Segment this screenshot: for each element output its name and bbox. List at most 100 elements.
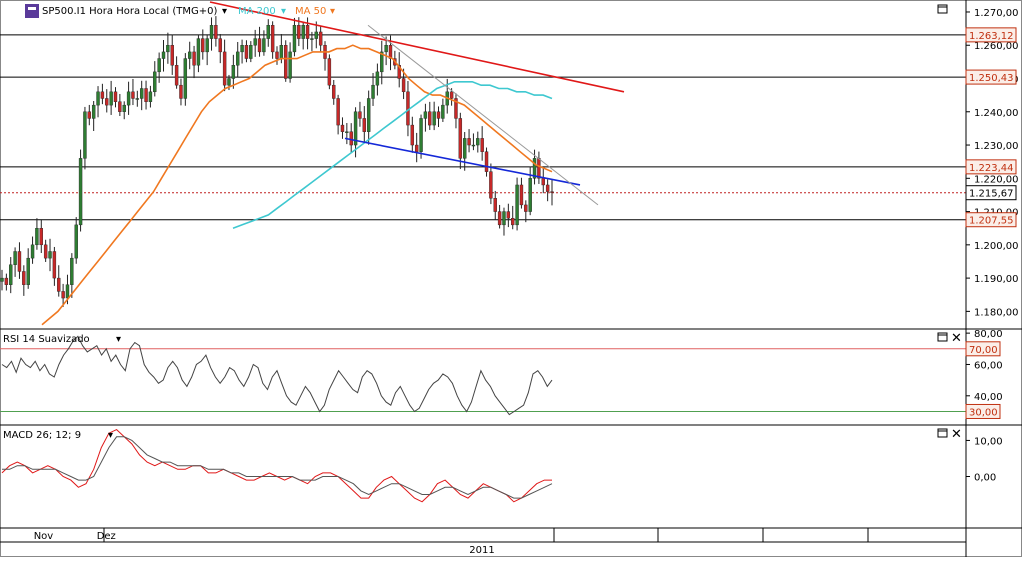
candle-body [462,138,467,159]
candle-body [432,111,436,126]
y-tick-label: 1.200,00 [974,241,1019,252]
candle-body [35,228,39,246]
x-month-label: Dez [97,531,116,542]
candle-body [70,257,74,285]
candle-body [139,88,144,99]
candle-body [428,111,432,126]
candle-body [270,25,275,53]
candle-body [144,88,148,102]
candle-body [209,25,214,39]
ma50-label[interactable]: MA 50 [295,6,326,17]
candle-body [257,38,262,53]
candle-body [471,144,476,147]
candle-body [506,211,511,219]
candle-body [57,277,61,292]
candle-body [545,184,550,192]
rsi-level-label[interactable]: 30,00 [969,407,998,418]
candle-body [484,151,489,172]
candle-body [52,251,57,279]
candle-body [135,98,140,100]
candle-body [305,25,310,39]
instrument-icon-detail [28,7,36,10]
rsi-y-tick-label: 60,00 [974,360,1003,371]
candle-body [332,84,336,99]
candle-body [43,244,48,259]
candle-body [249,45,253,59]
price-tag-label[interactable]: 1.207,55 [969,216,1014,227]
candle-body [436,111,441,119]
y-tick-label: 1.270,00 [974,8,1019,19]
y-tick-label: 1.180,00 [974,307,1019,318]
main-title[interactable]: SP500.I1 Hora Hora Local (TMG+0) [42,6,217,17]
candle-body [550,191,554,193]
candle-body [288,51,292,79]
candle-body [122,104,126,112]
candle-body [78,158,83,226]
x-year-label: 2011 [469,545,494,556]
price-tag-label[interactable]: 1.223,44 [969,163,1014,174]
candle-body [196,38,201,66]
candle-body [83,111,87,159]
candle-body [253,38,257,46]
candle-body [22,271,26,285]
candle-body [39,228,43,246]
candle-body [96,91,100,106]
candle-body [537,158,541,179]
candle-body [214,25,218,39]
candle-body [113,91,118,102]
candle-body [118,101,122,112]
candle-body [236,51,240,66]
candle-body [524,204,528,212]
candle-body [489,171,493,199]
ma50-dropdown-icon[interactable]: ▾ [330,6,335,17]
macd-close-icon[interactable]: ✕ [951,427,962,442]
candle-body [366,98,371,132]
rsi-close-icon[interactable]: ✕ [951,331,962,346]
candle-body [414,144,419,152]
y-tick-label: 1.220,00 [974,174,1019,185]
price-tag-label[interactable]: 1.250,43 [969,73,1014,84]
candle-body [65,284,70,299]
candle-body [100,91,105,99]
candle-body [458,118,463,159]
ma200-dropdown-icon[interactable]: ▾ [281,6,286,17]
instrument-icon [25,4,39,18]
price-tag-label[interactable]: 1.263,12 [969,31,1014,42]
y-tick-label: 1.240,00 [974,108,1019,119]
candle-body [419,118,423,152]
macd-title[interactable]: MACD 26; 12; 9 [3,430,81,441]
candle-body [157,58,161,73]
rsi-y-tick-label: 40,00 [974,392,1003,403]
rsi-title[interactable]: RSI 14 Suavizado [3,334,90,345]
macd-dropdown-icon[interactable]: ▾ [108,430,113,441]
macd-y-tick-label: 0,00 [974,473,996,484]
candle-body [314,31,318,39]
candle-body [174,65,179,86]
candle-body [13,251,17,265]
chart-window: 1.270,001.260,001.250,001.240,001.230,00… [0,0,1022,557]
candle-body [4,277,9,285]
candle-body [275,51,279,59]
candle-body [441,104,445,119]
candle-body [26,257,30,285]
candle-body [105,98,109,106]
candle-body [91,104,96,119]
candle-body [183,58,188,99]
candle-body [240,45,244,53]
candle-body [179,84,183,99]
candle-body [502,211,506,226]
candle-body [262,38,266,53]
candle-body [519,184,524,206]
title-dropdown-icon[interactable]: ▾ [222,6,227,17]
rsi-level-label[interactable]: 70,00 [969,345,998,356]
candle-body [541,178,545,186]
candle-body [401,78,406,93]
candle-body [244,45,249,59]
candle-body [153,71,157,93]
candle-body [218,38,222,53]
rsi-dropdown-icon[interactable]: ▾ [116,334,121,345]
candle-body [423,111,428,119]
price-tag-label[interactable]: 1.215,67 [969,189,1014,200]
ma200-label[interactable]: MA 200 [238,6,276,17]
candle-body [301,25,305,39]
